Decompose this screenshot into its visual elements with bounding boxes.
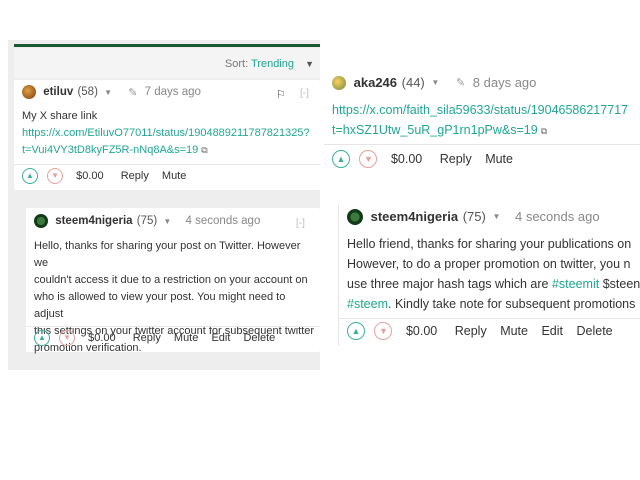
external-link-icon: ⧉ bbox=[540, 126, 548, 136]
divider bbox=[324, 144, 640, 145]
downvote-icon[interactable]: ▼ bbox=[359, 150, 378, 168]
sort-control[interactable]: Sort: Trending bbox=[225, 58, 294, 70]
mute-button[interactable]: Mute bbox=[162, 170, 186, 182]
collapse-toggle[interactable]: [-] bbox=[300, 88, 309, 99]
sort-dropdown-icon[interactable]: ▼ bbox=[305, 59, 314, 69]
hashtag-steemit[interactable]: #steemit bbox=[552, 277, 599, 291]
avatar[interactable] bbox=[347, 208, 363, 225]
timestamp[interactable]: 8 days ago bbox=[473, 75, 537, 90]
avatar[interactable] bbox=[332, 75, 346, 90]
comment-header: steem4nigeria (75) ▼ 4 seconds ago bbox=[347, 208, 600, 228]
comment-body: https://x.com/faith_sila59633/status/190… bbox=[332, 100, 640, 141]
hashtag-steem[interactable]: #steem bbox=[347, 297, 388, 311]
author-menu-icon[interactable]: ▼ bbox=[163, 217, 171, 226]
external-link-icon: ⧉ bbox=[201, 145, 208, 155]
author-reputation: (75) bbox=[136, 215, 158, 227]
downvote-icon[interactable]: ▼ bbox=[47, 168, 64, 184]
comment-line: use three major hash tags which are #ste… bbox=[347, 274, 640, 294]
share-link-line2[interactable]: t=Vui4VY3tD8kyFZ5R-nNq8A&s=19 bbox=[22, 144, 198, 156]
comment-line: #steem. Kindly take note for subsequent … bbox=[347, 294, 640, 314]
reply-button[interactable]: Reply bbox=[121, 170, 149, 182]
timestamp[interactable]: 7 days ago bbox=[145, 86, 201, 98]
comment-text: My X share link bbox=[22, 110, 98, 122]
downvote-icon[interactable]: ▼ bbox=[374, 322, 393, 340]
comment-line: However, to do a proper promotion on twi… bbox=[347, 257, 631, 271]
comment-body: My X share link https://x.com/EtiluvO770… bbox=[22, 108, 318, 159]
edit-button[interactable]: Edit bbox=[211, 332, 230, 344]
avatar[interactable] bbox=[22, 85, 36, 99]
line-text: $steen bbox=[599, 277, 640, 291]
author-menu-icon[interactable]: ▼ bbox=[492, 212, 500, 221]
share-link-line1[interactable]: https://x.com/EtiluvO77011/status/190488… bbox=[22, 125, 318, 142]
payout[interactable]: $0.00 bbox=[76, 170, 104, 182]
comment-actions: ▲ ▼ $0.00 Reply Mute Edit Delete bbox=[34, 330, 275, 350]
comment-actions: ▲ ▼ $0.00 Reply Mute bbox=[22, 168, 186, 188]
line-text: use three major hash tags which are bbox=[347, 277, 552, 291]
comment-actions: ▲ ▼ $0.00 Reply Mute Edit Delete bbox=[347, 322, 613, 342]
comment-aka246: aka246 (44) ▼ ✎ 8 days ago https://x.com… bbox=[324, 70, 640, 182]
comment-line: Hello, thanks for sharing your post on T… bbox=[34, 240, 301, 269]
upvote-icon[interactable]: ▲ bbox=[332, 150, 350, 168]
edited-pencil-icon: ✎ bbox=[128, 86, 138, 99]
author-name[interactable]: etiluv bbox=[43, 86, 73, 98]
payout[interactable]: $0.00 bbox=[406, 324, 437, 338]
author-menu-icon[interactable]: ▼ bbox=[431, 78, 439, 87]
reply-button[interactable]: Reply bbox=[440, 152, 472, 166]
author-reputation: (58) bbox=[77, 86, 98, 98]
mute-button[interactable]: Mute bbox=[500, 324, 528, 338]
comment-line: Hello friend, thanks for sharing your pu… bbox=[347, 237, 632, 251]
sort-value[interactable]: Trending bbox=[251, 58, 294, 70]
divider bbox=[26, 326, 320, 327]
comment-etiluv: etiluv (58) ▼ ✎ 7 days ago ⚐ [-] My X sh… bbox=[14, 80, 320, 190]
comment-header: aka246 (44) ▼ ✎ 8 days ago bbox=[332, 74, 536, 94]
author-name[interactable]: steem4nigeria bbox=[371, 209, 458, 224]
payout[interactable]: $0.00 bbox=[391, 152, 422, 166]
comment-steem4nigeria: steem4nigeria (75) ▼ 4 seconds ago Hello… bbox=[338, 204, 640, 346]
divider bbox=[14, 164, 320, 165]
top-accent-bar bbox=[14, 44, 320, 47]
upvote-icon[interactable]: ▲ bbox=[34, 330, 50, 346]
line-text: . Kindly take note for subsequent promot… bbox=[388, 297, 636, 311]
author-name[interactable]: aka246 bbox=[354, 75, 397, 90]
comment-body: Hello friend, thanks for sharing your pu… bbox=[347, 234, 640, 314]
share-link-line2[interactable]: t=hxSZ1Utw_5uR_gP1rn1pPw&s=19 bbox=[332, 123, 538, 137]
comment-line: couldn't access it due to a restriction … bbox=[34, 274, 308, 286]
downvote-icon[interactable]: ▼ bbox=[59, 330, 76, 346]
reply-button[interactable]: Reply bbox=[133, 332, 161, 344]
flag-icon[interactable]: ⚐ bbox=[276, 88, 286, 101]
collapse-toggle[interactable]: [-] bbox=[296, 218, 305, 229]
edited-pencil-icon: ✎ bbox=[455, 77, 466, 90]
timestamp[interactable]: 4 seconds ago bbox=[515, 209, 600, 224]
reply-button[interactable]: Reply bbox=[455, 324, 487, 338]
author-name[interactable]: steem4nigeria bbox=[55, 215, 132, 227]
edit-button[interactable]: Edit bbox=[541, 324, 563, 338]
left-screenshot-panel: Sort: Trending ▼ etiluv (58) ▼ ✎ 7 days … bbox=[8, 40, 320, 370]
author-reputation: (44) bbox=[401, 75, 425, 91]
comment-header: etiluv (58) ▼ ✎ 7 days ago bbox=[22, 85, 201, 105]
author-menu-icon[interactable]: ▼ bbox=[104, 88, 112, 97]
sort-bar: Sort: Trending ▼ bbox=[14, 48, 320, 78]
comment-steem4nigeria: steem4nigeria (75) ▼ 4 seconds ago [-] H… bbox=[26, 208, 320, 354]
comment-line: who is allowed to view your post. You mi… bbox=[34, 291, 286, 320]
comment-header: steem4nigeria (75) ▼ 4 seconds ago bbox=[34, 214, 260, 234]
author-reputation: (75) bbox=[462, 209, 486, 225]
timestamp[interactable]: 4 seconds ago bbox=[186, 215, 261, 227]
upvote-icon[interactable]: ▲ bbox=[347, 322, 365, 340]
mute-button[interactable]: Mute bbox=[174, 332, 198, 344]
mute-button[interactable]: Mute bbox=[485, 152, 513, 166]
sort-label: Sort: bbox=[224, 58, 249, 70]
delete-button[interactable]: Delete bbox=[577, 324, 613, 338]
divider bbox=[339, 318, 640, 319]
comment-actions: ▲ ▼ $0.00 Reply Mute bbox=[332, 150, 513, 170]
upvote-icon[interactable]: ▲ bbox=[22, 168, 38, 184]
share-link-line1[interactable]: https://x.com/faith_sila59633/status/190… bbox=[332, 100, 640, 120]
delete-button[interactable]: Delete bbox=[243, 332, 275, 344]
right-screenshot-panel: aka246 (44) ▼ ✎ 8 days ago https://x.com… bbox=[322, 70, 640, 360]
payout[interactable]: $0.00 bbox=[88, 332, 116, 344]
avatar[interactable] bbox=[34, 214, 48, 228]
